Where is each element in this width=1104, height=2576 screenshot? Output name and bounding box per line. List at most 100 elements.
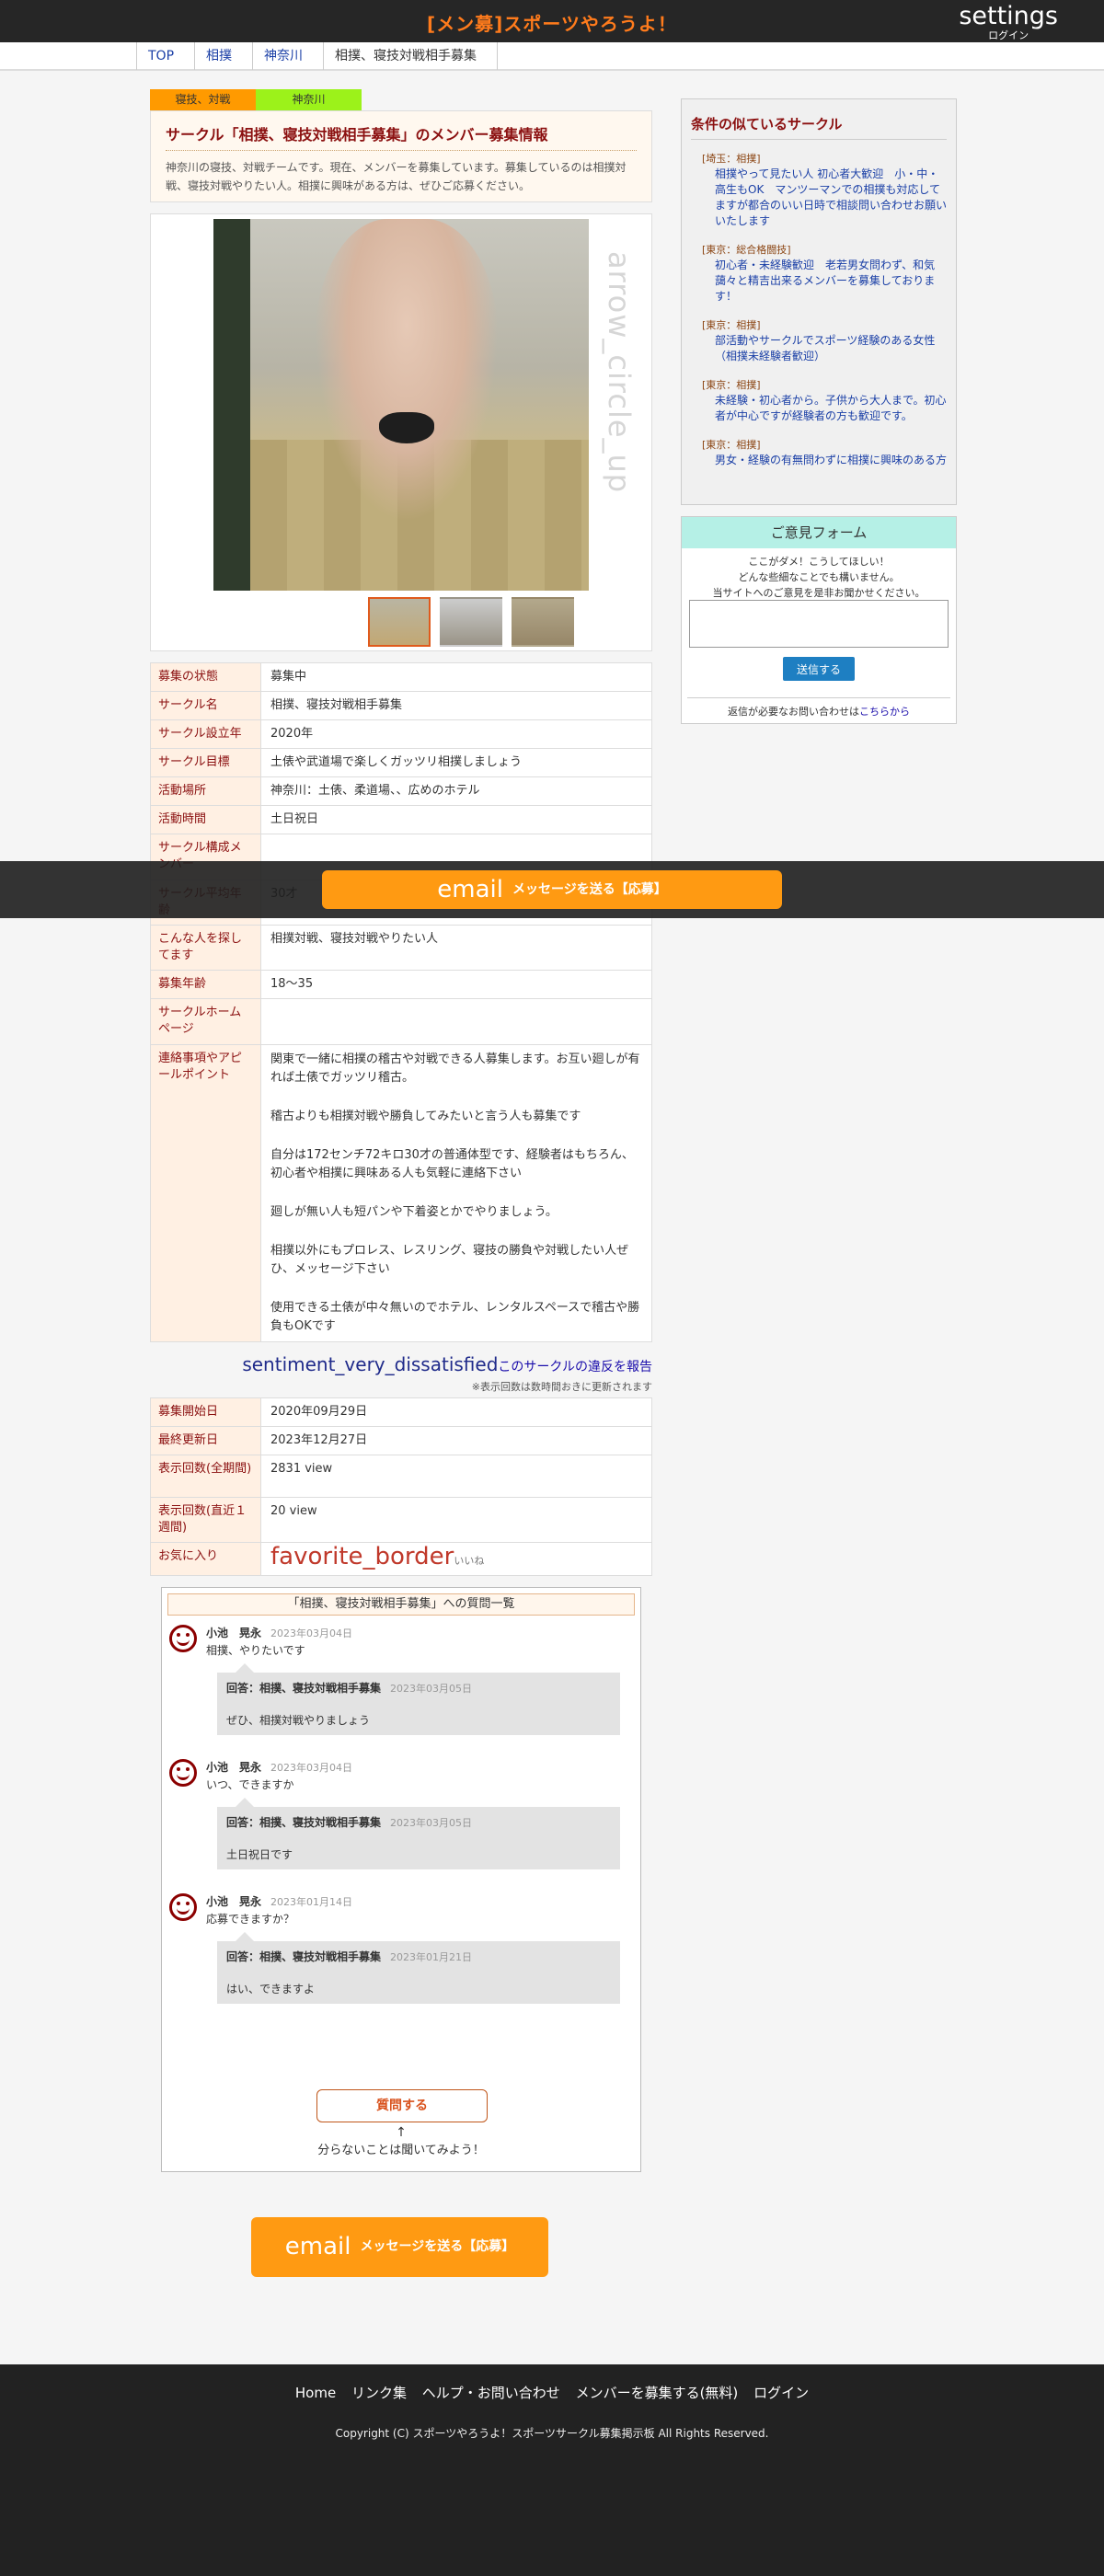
settings-button[interactable]: settings ログイン (959, 2, 1058, 40)
appeal-paragraph: 自分は172センチ72キロ30才の普通体型です、経験者はもちろん、初心者や相撲に… (270, 1148, 634, 1180)
site-title[interactable]: [メン募]スポーツやろうよ！ (0, 9, 1104, 36)
top-bar: [メン募]スポーツやろうよ！ settings ログイン (0, 0, 1104, 42)
thumbnail-2[interactable] (440, 597, 502, 647)
table-row: こんな人を探してます 相撲対戦、寝技対戦やりたい人 (150, 925, 652, 971)
email-icon: email (284, 2233, 351, 2260)
favorite-border-icon[interactable]: favorite_border (270, 1543, 454, 1570)
photo-gallery: arrow_circle_up (150, 213, 652, 651)
similar-link[interactable]: 初心者・未経験歓迎 老若男女問わず、和気藹々と精吉出来るメンバーを募集しておりま… (691, 258, 947, 305)
page-title: サークル「相撲、寝技対戦相手募集」のメンバー募集情報 (166, 122, 637, 151)
favorite-cell: favorite_borderいいね (260, 1542, 652, 1576)
answer-text: はい、できますよ (226, 1983, 316, 1995)
circle-info-table: 募集の状態 募集中 サークル名 相撲、寝技対戦相手募集 サークル設立年 2020年 サ… (150, 662, 652, 1342)
answer-box: 回答：相撲、寝技対戦相手募集 2023年03月05日 土日祝日です (217, 1798, 620, 1869)
question-list-title: 「相撲、寝技対戦相手募集」への質問一覧 (167, 1593, 635, 1616)
similar-link[interactable]: 男女・経験の有無問わずに相撲に興味のある方 (691, 453, 947, 468)
answer-date: 2023年01月21日 (390, 1951, 473, 1963)
contact-link[interactable]: こちらから (859, 706, 910, 718)
answer-text: ぜひ、相撲対戦やりましょう (226, 1714, 371, 1727)
settings-icon: settings (959, 2, 1058, 30)
list-item: [東京：相撲] 部活動やサークルでスポーツ経験のある女性（相撲未経験者歓迎） (691, 317, 947, 364)
view-count-note: ※表示回数は数時間おきに更新されます (471, 1381, 652, 1393)
contact-note-text: 返信が必要なお問い合わせは (728, 706, 859, 718)
appeal-paragraph: 使用できる土俵が中々無いのでホテル、レンタルスペースで稽古や勝負もOKです (270, 1301, 640, 1333)
breadcrumb-sumo[interactable]: 相撲 (195, 42, 254, 70)
footer-link-home[interactable]: Home (295, 2385, 336, 2401)
table-row: 連絡事項やアピールポイント 関東で一緒に相撲の稽古や対戦できる人募集します。お互… (150, 1044, 652, 1342)
row-label: サークル名 (150, 691, 261, 720)
footer-link-recruit[interactable]: メンバーを募集する(無料) (576, 2385, 739, 2401)
report-link[interactable]: このサークルの違反を報告 (498, 1360, 652, 1374)
send-feedback-button[interactable]: 送信する (783, 657, 855, 681)
tag-row: 寝技、対戦 神奈川 (150, 89, 652, 110)
row-value: 20 view (260, 1497, 652, 1543)
row-label: 連絡事項やアピールポイント (150, 1044, 261, 1342)
question-author: 小池 晃永 (206, 1761, 262, 1774)
answer-author: 回答：相撲、寝技対戦相手募集 (226, 1816, 382, 1829)
row-value: 2023年12月27日 (260, 1426, 652, 1455)
photo-cloth (379, 412, 434, 443)
question-item: 小池 晃永 2023年03月04日 いつ、できますか 回答：相撲、寝技対戦相手募集… (169, 1759, 633, 1869)
row-label: 活動場所 (150, 776, 261, 806)
row-value: 2831 view (260, 1455, 652, 1498)
tag-area[interactable]: 神奈川 (256, 89, 362, 110)
copyright: Copyright (C) スポーツやろうよ！スポーツサークル募集掲示板 All… (335, 2427, 769, 2440)
breadcrumb-kanagawa[interactable]: 神奈川 (253, 42, 325, 70)
row-value: 2020年09月29日 (260, 1397, 652, 1427)
table-row: 募集の状態 募集中 (150, 662, 652, 692)
row-label: 募集開始日 (150, 1397, 261, 1427)
question-text: 応募できますか？ (206, 1913, 295, 1926)
thumbnail-3[interactable] (512, 597, 574, 647)
send-message-button[interactable]: email メッセージを送る【応募】 (251, 2217, 548, 2277)
feedback-line: 当サイトへのご意見を是非お聞かせください。 (712, 587, 926, 599)
similar-circles: 条件の似ているサークル [埼玉：相撲] 相撲やって見たい人 初心者大歓迎 小・中・… (681, 98, 957, 505)
thumbnail-strip (368, 597, 574, 647)
sentiment-very-dissatisfied-icon: sentiment_very_dissatisfied (242, 1353, 499, 1375)
question-date: 2023年03月04日 (270, 1627, 353, 1639)
question-item: 小池 晃永 2023年01月14日 応募できますか？ 回答：相撲、寝技対戦相手募集… (169, 1893, 633, 2004)
intro-box: サークル「相撲、寝技対戦相手募集」のメンバー募集情報 神奈川の寝技、対戦チームで… (150, 110, 652, 202)
sticky-email-bar: email メッセージを送る【応募】 (0, 861, 1104, 918)
row-value: 2020年 (260, 719, 652, 749)
breadcrumb-current: 相撲、寝技対戦相手募集 (324, 42, 499, 70)
footer-link-help[interactable]: ヘルプ・お問い合わせ (422, 2385, 560, 2401)
send-message-sticky-button[interactable]: email メッセージを送る【応募】 (322, 870, 782, 909)
row-value: 土俵や武道場で楽しくガッツリ相撲しましょう (260, 748, 652, 777)
answer-header: 回答：相撲、寝技対戦相手募集 2023年03月05日 (226, 1680, 611, 1696)
feedback-textarea[interactable] (689, 600, 949, 648)
feedback-line: ここがダメ！こうしてほしい！ (748, 556, 890, 568)
ask-question-button[interactable]: 質問する (316, 2089, 488, 2122)
row-label: 表示回数(全期間) (150, 1455, 261, 1498)
appeal-paragraph: 相撲以外にもプロレス、レスリング、寝技の勝負や対戦したい人ぜひ、メッセージ下さい (270, 1244, 629, 1276)
main-column: 寝技、対戦 神奈川 サークル「相撲、寝技対戦相手募集」のメンバー募集情報 神奈川… (150, 89, 652, 2172)
arrow-circle-up-icon[interactable]: arrow_circle_up (602, 251, 637, 493)
row-value: 神奈川：土俵、柔道場、、広めのホテル (260, 776, 652, 806)
up-arrow-icon: ↑ (396, 2125, 407, 2140)
question-list: 「相撲、寝技対戦相手募集」への質問一覧 小池 晃永 2023年03月04日 相撲、… (161, 1587, 641, 2172)
footer-link-login[interactable]: ログイン (753, 2385, 809, 2401)
appeal-text: 関東で一緒に相撲の稽古や対戦できる人募集します。お互い廻しが有れば土俵でガッツリ… (260, 1044, 652, 1342)
answer-header: 回答：相撲、寝技対戦相手募集 2023年03月05日 (226, 1814, 611, 1830)
similar-link[interactable]: 部活動やサークルでスポーツ経験のある女性（相撲未経験者歓迎） (691, 333, 947, 364)
row-label: 募集年齢 (150, 970, 261, 999)
thumbnail-1[interactable] (368, 597, 431, 647)
main-photo[interactable] (213, 219, 589, 591)
tag-category[interactable]: 寝技、対戦 (150, 89, 256, 110)
smiley-face-icon (169, 1625, 197, 1652)
appeal-paragraph: 廻しが無い人も短パンや下着姿とかでやりましょう。 (270, 1205, 558, 1219)
breadcrumb: TOP 相撲 神奈川 相撲、寝技対戦相手募集 (136, 42, 499, 70)
feedback-form-title: ご意見フォーム (682, 517, 956, 548)
question-author: 小池 晃永 (206, 1895, 262, 1908)
similar-link[interactable]: 相撲やって見たい人 初心者大歓迎 小・中・高生もOK マンツーマンでの相撲も対応… (691, 167, 947, 229)
footer-link-links[interactable]: リンク集 (351, 2385, 407, 2401)
list-item: [埼玉：相撲] 相撲やって見たい人 初心者大歓迎 小・中・高生もOK マンツーマン… (691, 151, 947, 229)
breadcrumb-top[interactable]: TOP (137, 42, 196, 70)
similar-link[interactable]: 未経験・初心者から。子供から大人まで。初心者が中心ですが経験者の方も歓迎です。 (691, 393, 947, 424)
footer-links: Home リンク集 ヘルプ・お問い合わせ メンバーを募集する(無料) ログイン (0, 2383, 1104, 2402)
feedback-line: どんな些細なことでも構いません。 (738, 571, 900, 583)
answer-author: 回答：相撲、寝技対戦相手募集 (226, 1682, 382, 1695)
similar-category: [東京：相撲] (702, 319, 761, 331)
row-label: こんな人を探してます (150, 925, 261, 971)
report-row: sentiment_very_dissatisfiedこのサークルの違反を報告 (150, 1353, 652, 1375)
ask-hint: 分らないことは聞いてみよう！ (317, 2144, 485, 2157)
